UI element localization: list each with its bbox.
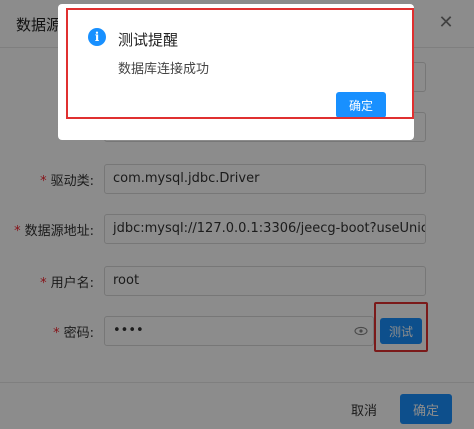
- alert-highlight: [66, 8, 414, 119]
